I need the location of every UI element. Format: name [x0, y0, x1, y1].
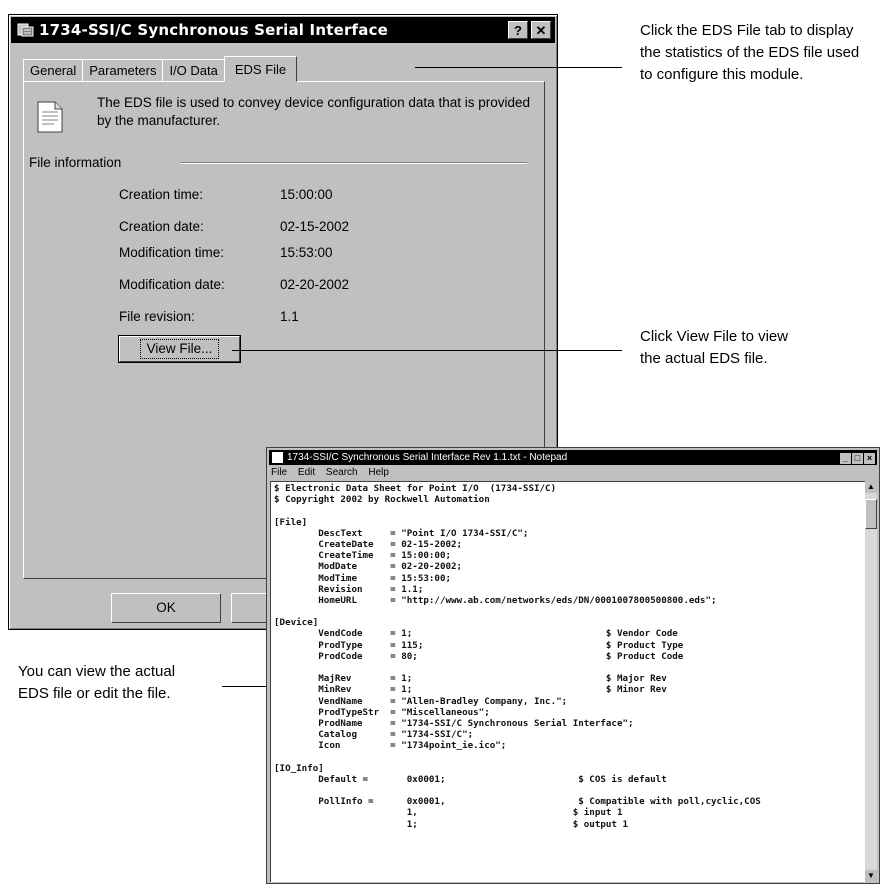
notepad-menubar: File Edit Search Help: [269, 466, 395, 480]
group-divider: [181, 162, 527, 164]
view-file-callout-line-1: Click View File to view: [640, 328, 789, 345]
tab-io-data[interactable]: I/O Data: [162, 59, 225, 81]
modification-time-value: 15:53:00: [280, 245, 333, 260]
dialog-title: 1734-SSI/C Synchronous Serial Interface: [39, 21, 389, 39]
notepad-close-button[interactable]: ×: [864, 453, 875, 464]
menu-help[interactable]: Help: [368, 467, 389, 478]
menu-file[interactable]: File: [271, 467, 287, 478]
minimize-button[interactable]: _: [840, 453, 851, 464]
creation-time-value: 15:00:00: [280, 187, 333, 202]
scroll-down-icon[interactable]: ▼: [865, 870, 877, 882]
notepad-icon: [272, 452, 283, 463]
dialog-titlebar[interactable]: 1734-SSI/C Synchronous Serial Interface …: [11, 17, 555, 43]
view-file-label: View File...: [139, 339, 220, 359]
scroll-up-icon[interactable]: ▲: [865, 481, 877, 493]
tab-strip: General Parameters I/O Data EDS File: [23, 55, 298, 82]
file-revision-label: File revision:: [119, 309, 195, 324]
eds-tab-callout: Click the EDS File tab to display the st…: [640, 20, 859, 86]
tab-general[interactable]: General: [23, 59, 84, 81]
notepad-window: 1734-SSI/C Synchronous Serial Interface …: [266, 447, 880, 884]
modification-date-value: 02-20-2002: [280, 277, 350, 292]
ok-button[interactable]: OK: [111, 593, 221, 623]
vertical-scrollbar[interactable]: ▲ ▼: [865, 481, 877, 882]
menu-edit[interactable]: Edit: [298, 467, 315, 478]
modification-date-label: Modification date:: [119, 277, 225, 292]
eds-tab-callout-line-1: Click the EDS File tab to display: [640, 22, 854, 39]
file-information-label: File information: [29, 155, 122, 170]
edit-file-callout-line-2: EDS file or edit the file.: [18, 685, 171, 702]
view-file-callout: Click View File to view the actual EDS f…: [640, 326, 788, 370]
notepad-title: 1734-SSI/C Synchronous Serial Interface …: [287, 452, 568, 463]
eds-tab-callout-line-3: to configure this module.: [640, 66, 804, 83]
creation-date-value: 02-15-2002: [280, 219, 350, 234]
module-icon: [17, 22, 35, 38]
close-button[interactable]: ✕: [531, 21, 551, 39]
eds-file-content: $ Electronic Data Sheet for Point I/O (1…: [274, 483, 761, 830]
notepad-titlebar[interactable]: 1734-SSI/C Synchronous Serial Interface …: [269, 450, 877, 465]
creation-date-label: Creation date:: [119, 219, 204, 234]
help-button[interactable]: ?: [508, 21, 528, 39]
eds-tab-callout-line-2: the statistics of the EDS file used: [640, 44, 860, 61]
maximize-button[interactable]: □: [852, 453, 863, 464]
scroll-thumb[interactable]: [865, 499, 877, 529]
view-file-leader-line: [232, 350, 622, 351]
eds-tab-leader-line: [415, 67, 622, 68]
view-file-callout-line-2: the actual EDS file.: [640, 350, 768, 367]
modification-time-label: Modification time:: [119, 245, 225, 260]
edit-file-callout-line-1: You can view the actual: [18, 663, 176, 680]
tab-eds-file[interactable]: EDS File: [223, 56, 298, 82]
tab-parameters[interactable]: Parameters: [82, 59, 164, 81]
edit-file-callout: You can view the actual EDS file or edit…: [18, 661, 175, 705]
file-revision-value: 1.1: [280, 309, 299, 324]
eds-description: The EDS file is used to convey device co…: [97, 95, 530, 128]
document-icon: [37, 101, 63, 133]
menu-search[interactable]: Search: [326, 467, 358, 478]
notepad-text-area[interactable]: $ Electronic Data Sheet for Point I/O (1…: [270, 481, 866, 882]
creation-time-label: Creation time:: [119, 187, 204, 202]
view-file-button[interactable]: View File...: [118, 335, 241, 363]
